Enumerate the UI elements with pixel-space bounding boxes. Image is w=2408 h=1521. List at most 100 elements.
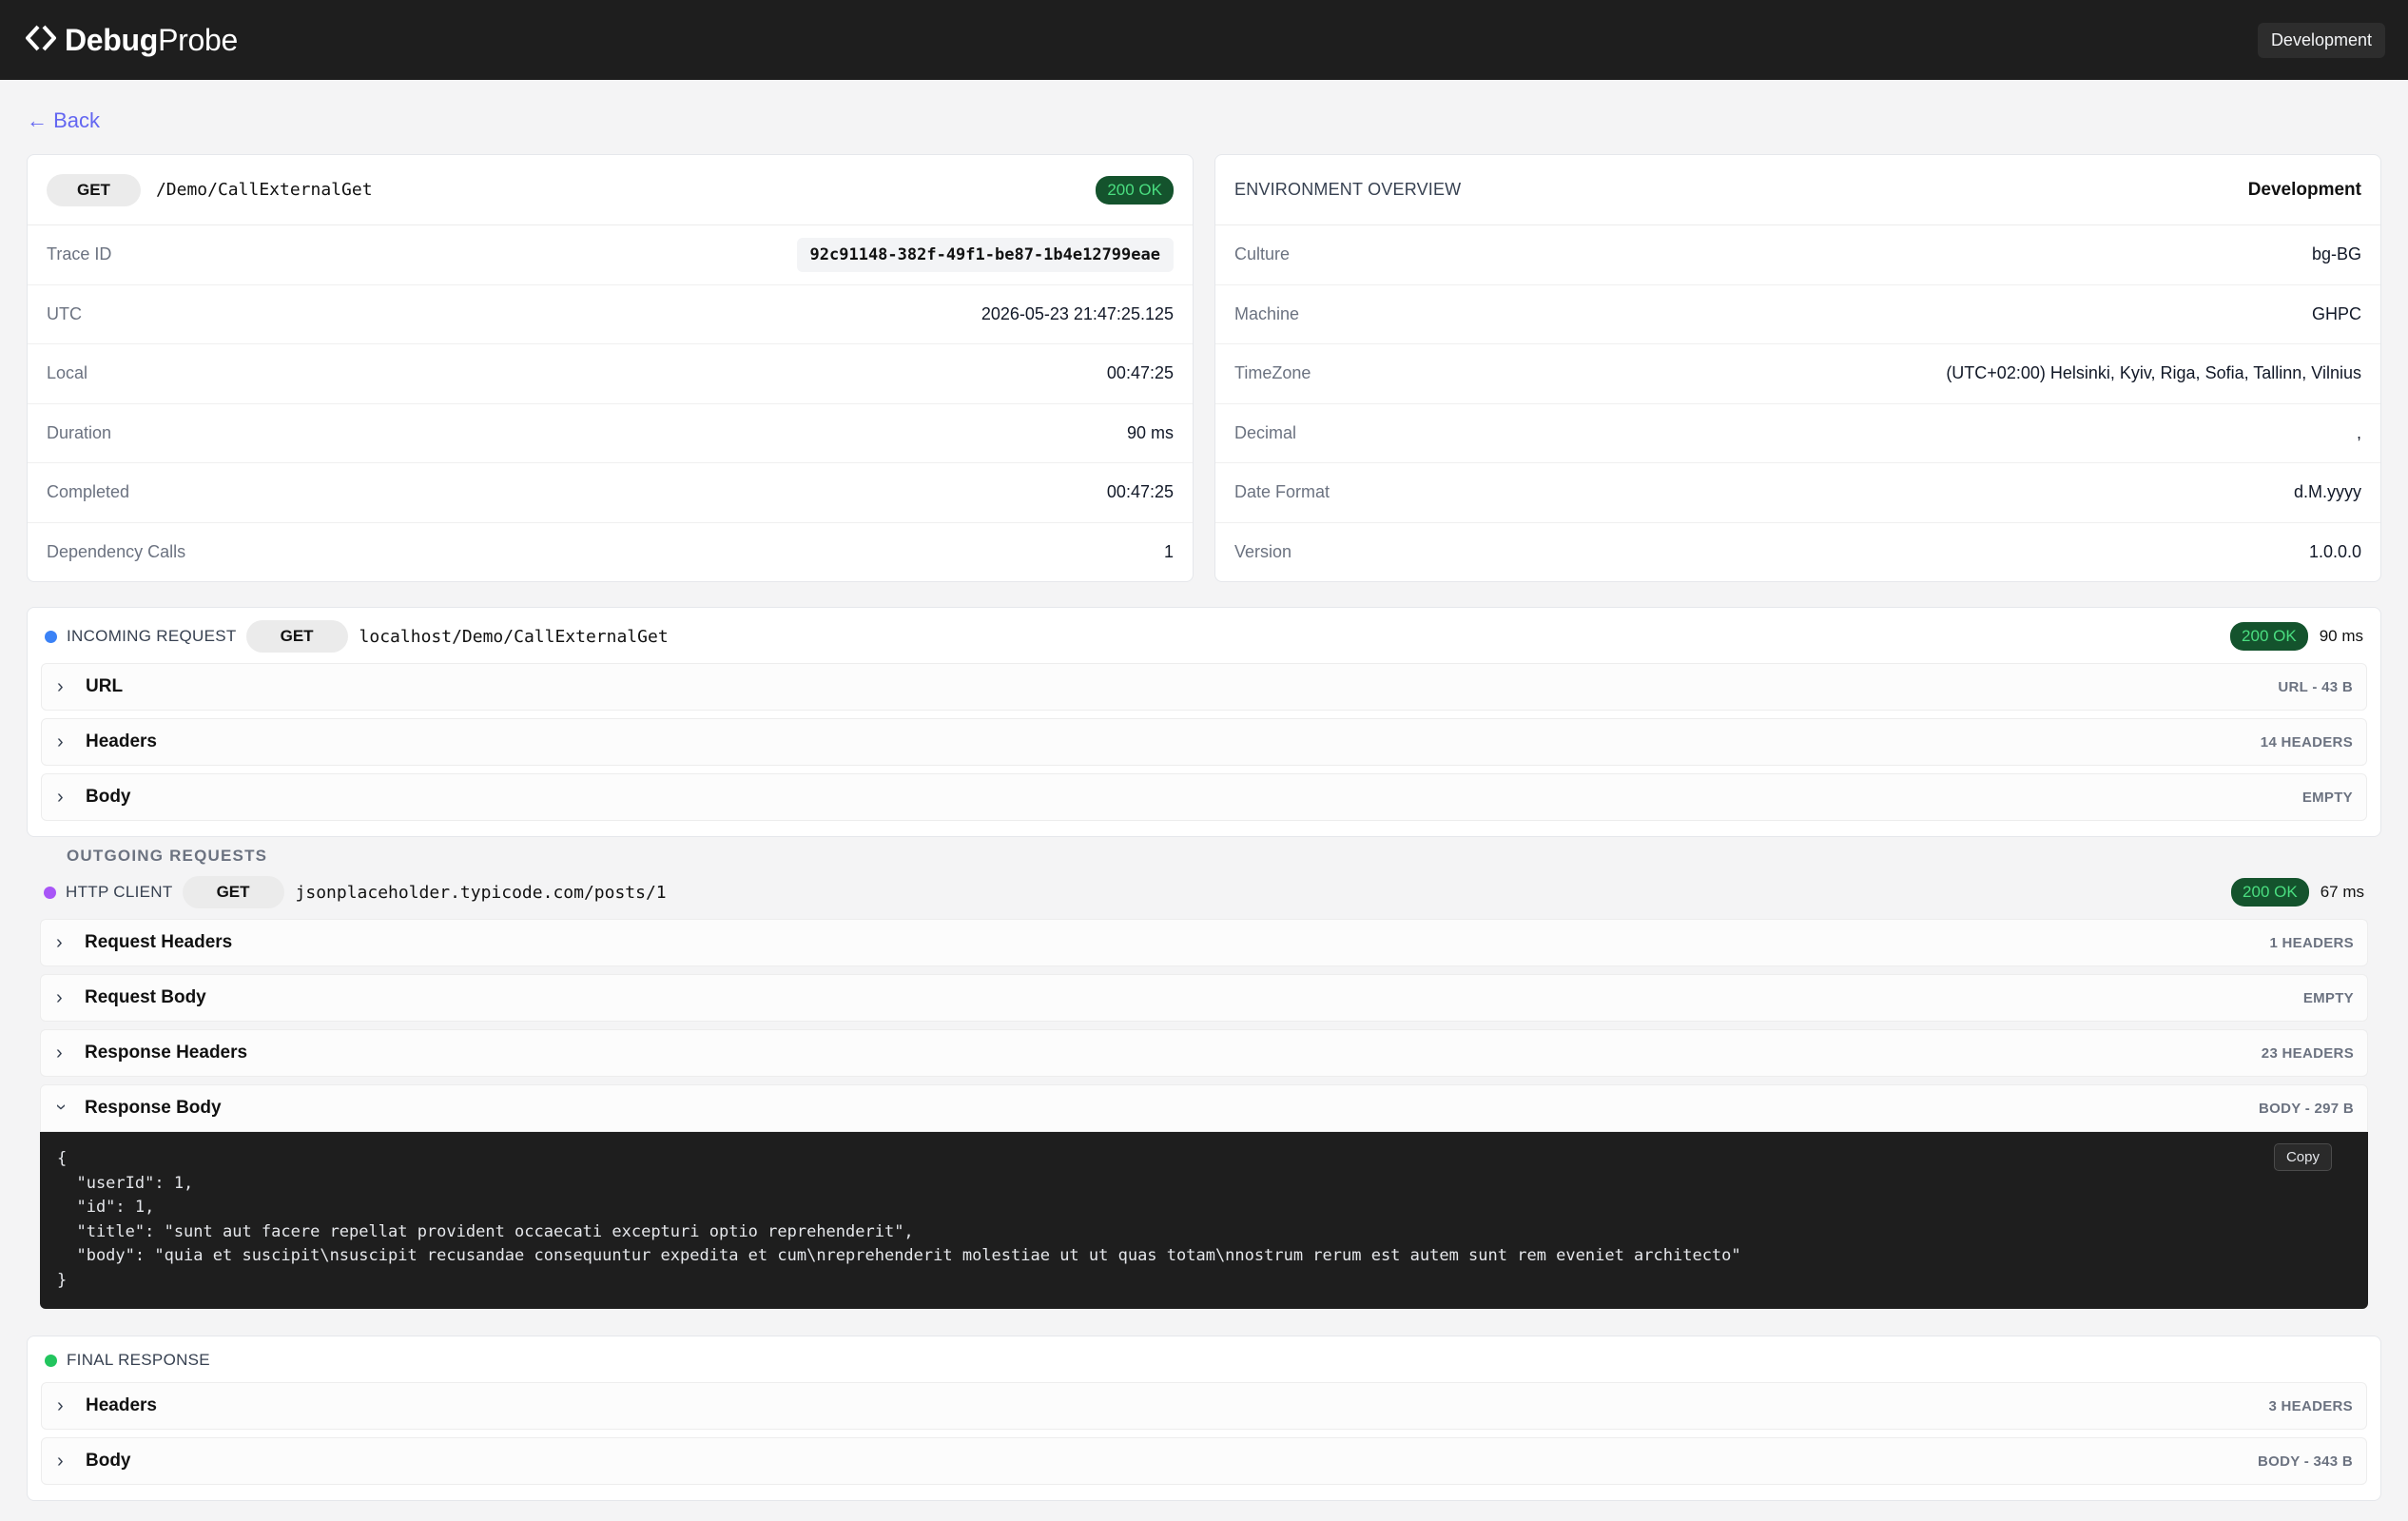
chevron-right-icon: › [56,931,63,953]
accordion-title: Body [86,787,131,807]
outgoing-request-header: HTTP CLIENT GET jsonplaceholder.typicode… [40,873,2368,911]
accordion-meta: EMPTY [2302,989,2354,1006]
trace-id-value[interactable]: 92c91148-382f-49f1-be87-1b4e12799eae [796,237,1174,272]
brand-name: DebugProbe [65,22,238,57]
row-label: Date Format [1234,482,1330,502]
chevron-down-icon: › [50,1103,72,1110]
env-row-timezone: TimeZone (UTC+02:00) Helsinki, Kyiv, Rig… [1215,344,2380,404]
method-badge: GET [182,876,284,908]
summary-row-local: Local 00:47:25 [28,344,1193,404]
accordion-meta: EMPTY [2301,789,2353,806]
response-body-code[interactable]: Copy { "userId": 1, "id": 1, "title": "su… [40,1132,2368,1309]
row-label: Dependency Calls [47,542,186,562]
summary-row-utc: UTC 2026-05-23 21:47:25.125 [28,285,1193,344]
row-label: Duration [47,422,112,442]
row-value: 2026-05-23 21:47:25.125 [981,303,1174,323]
method-badge: GET [47,173,141,206]
accordion-response-body[interactable]: › Response Body BODY - 297 B [40,1084,2368,1132]
row-value: , [2356,422,2361,442]
environment-name: Development [2247,179,2361,200]
final-response-header: FINAL RESPONSE [41,1346,2367,1375]
back-link[interactable]: ← Back [27,107,100,135]
env-row-machine: Machine GHPC [1215,285,2380,344]
method-badge: GET [245,620,348,653]
accordion-request-body[interactable]: › Request Body EMPTY [40,974,2368,1022]
chevron-right-icon: › [56,986,63,1008]
accordion-final-headers[interactable]: › Headers 3 HEADERS [41,1382,2367,1430]
accordion-meta: URL - 43 B [2278,678,2353,695]
green-dot-icon [45,1354,57,1367]
environment-overview-card: ENVIRONMENT OVERVIEW Development Culture… [1214,154,2381,582]
brand-logo[interactable]: DebugProbe [25,22,238,59]
row-value: 00:47:25 [1106,482,1174,502]
accordion-title: Headers [86,1395,157,1415]
env-row-version: Version 1.0.0.0 [1215,523,2380,582]
accordion-title: Request Body [85,987,206,1007]
copy-button[interactable]: Copy [2273,1143,2332,1171]
accordion-request-headers[interactable]: › Request Headers 1 HEADERS [40,919,2368,966]
accordion-meta: BODY - 343 B [2257,1453,2353,1470]
row-value: bg-BG [2311,244,2361,264]
final-response-label: FINAL RESPONSE [67,1351,210,1369]
environment-overview-header: ENVIRONMENT OVERVIEW Development [1215,155,2380,225]
row-label: Completed [47,482,130,502]
row-value: GHPC [2311,303,2361,323]
accordion-meta: 3 HEADERS [2268,1397,2353,1414]
chevron-right-icon: › [57,1394,64,1416]
env-row-culture: Culture bg-BG [1215,225,2380,285]
accordion-meta: 1 HEADERS [2269,934,2354,951]
request-path: /Demo/CallExternalGet [155,180,373,200]
chevron-right-icon: › [57,786,64,808]
request-summary-header: GET /Demo/CallExternalGet 200 OK [28,155,1193,225]
blue-dot-icon [45,630,57,643]
accordion-final-body[interactable]: › Body BODY - 343 B [41,1437,2367,1485]
accordion-title: URL [86,676,124,696]
env-row-date-format: Date Format d.M.yyyy [1215,463,2380,523]
accordion-title: Response Body [85,1098,222,1118]
status-badge: 200 OK [2230,622,2308,651]
chevron-right-icon: › [57,731,64,752]
request-summary-card: GET /Demo/CallExternalGet 200 OK Trace I… [27,154,1194,582]
accordion-title: Headers [86,731,157,751]
row-label: Version [1234,542,1292,562]
row-value: (UTC+02:00) Helsinki, Kyiv, Riga, Sofia,… [1946,363,2361,383]
row-label: Decimal [1234,422,1297,442]
row-label: Machine [1234,303,1300,323]
outgoing-request-path: jsonplaceholder.typicode.com/posts/1 [295,882,667,903]
summary-row-trace-id: Trace ID 92c91148-382f-49f1-be87-1b4e127… [28,225,1193,285]
row-value: 1.0.0.0 [2308,542,2361,562]
duration-label: 90 ms [2319,627,2363,645]
row-label: Culture [1234,244,1291,264]
row-label: Local [47,363,88,383]
accordion-body[interactable]: › Body EMPTY [41,773,2367,821]
environment-badge: Development [2257,22,2385,58]
accordion-meta: 14 HEADERS [2260,733,2353,751]
accordion-meta: 23 HEADERS [2261,1044,2354,1062]
env-row-decimal: Decimal , [1215,404,2380,463]
incoming-request-header: INCOMING REQUEST GET localhost/Demo/Call… [41,617,2367,655]
purple-dot-icon [44,886,56,899]
row-value: d.M.yyyy [2293,482,2361,502]
row-value: 1 [1163,542,1174,562]
incoming-request-card: INCOMING REQUEST GET localhost/Demo/Call… [27,607,2381,837]
http-client-label: HTTP CLIENT [66,883,173,901]
accordion-url[interactable]: › URL URL - 43 B [41,663,2367,711]
row-value: 90 ms [1126,422,1174,442]
diamond-code-icon [25,22,57,59]
outgoing-request-block: HTTP CLIENT GET jsonplaceholder.typicode… [27,869,2381,1324]
row-label: Trace ID [47,244,112,264]
chevron-right-icon: › [57,675,64,697]
summary-row-duration: Duration 90 ms [28,404,1193,463]
status-badge: 200 OK [1096,175,1174,205]
outgoing-requests-heading: OUTGOING REQUESTS [67,847,268,865]
accordion-response-headers[interactable]: › Response Headers 23 HEADERS [40,1029,2368,1077]
accordion-title: Body [86,1451,131,1471]
accordion-title: Response Headers [85,1043,248,1063]
accordion-headers[interactable]: › Headers 14 HEADERS [41,718,2367,766]
accordion-title: Request Headers [85,932,233,952]
top-bar: DebugProbe Development [0,0,2408,80]
environment-overview-title: ENVIRONMENT OVERVIEW [1234,180,1462,199]
row-label: TimeZone [1234,363,1311,383]
incoming-request-label: INCOMING REQUEST [67,627,237,645]
response-body-text: { "userId": 1, "id": 1, "title": "sunt a… [57,1149,1741,1290]
